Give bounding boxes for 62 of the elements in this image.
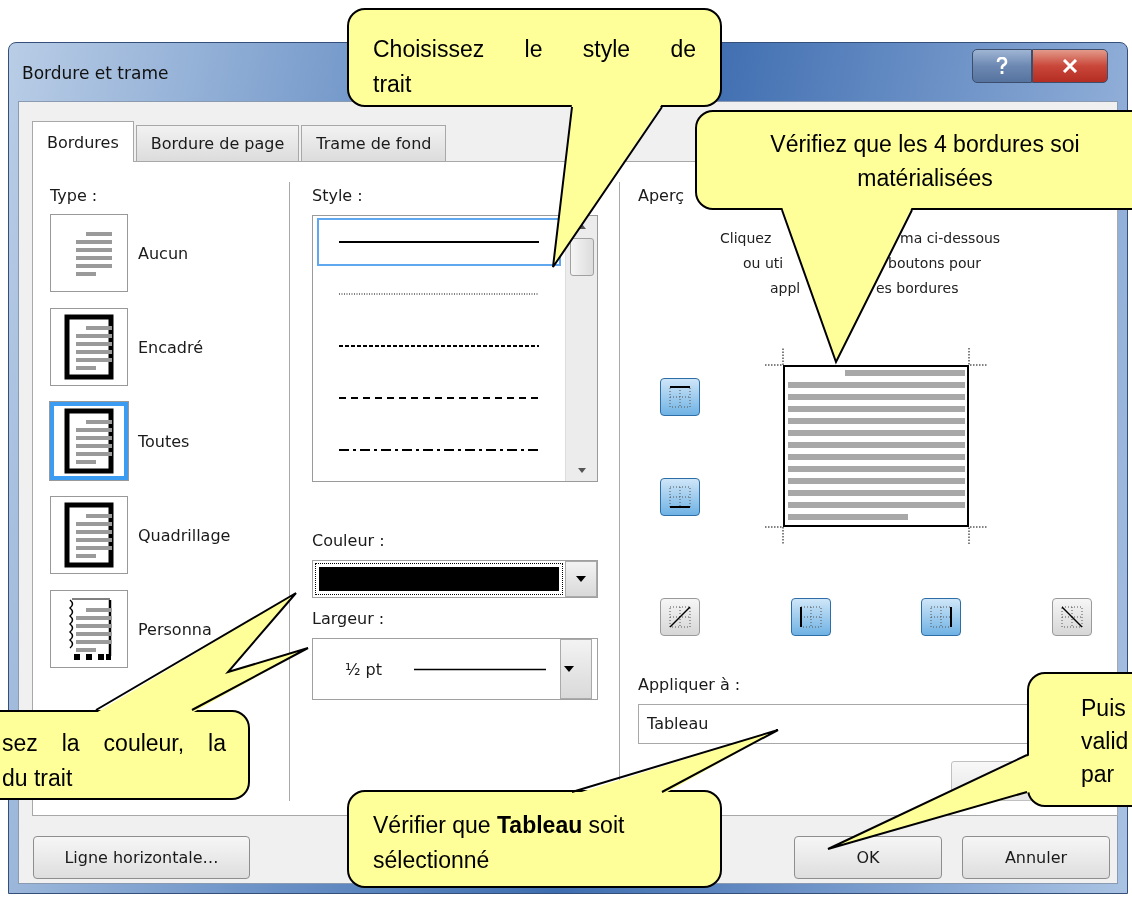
- tab[interactable]: Bordure de page: [135, 125, 300, 161]
- question-mark-icon: [995, 57, 1009, 75]
- tab[interactable]: Trame de fond: [301, 125, 447, 161]
- bottom-border-button[interactable]: [660, 478, 700, 516]
- left-border-button[interactable]: [790, 598, 831, 636]
- diagonal-down-border-button[interactable]: [1051, 598, 1092, 636]
- instruction-text: boutons pour: [888, 254, 982, 273]
- apply-to-label: Appliquer à :: [638, 675, 742, 695]
- instruction-text: Cliquez: [720, 230, 772, 246]
- border-type-button[interactable]: [50, 590, 128, 668]
- type-label: Type :: [50, 186, 99, 206]
- scrollbar[interactable]: [565, 216, 597, 481]
- line-style-option[interactable]: [317, 218, 561, 266]
- callout: sez la couleur, la du trait: [0, 710, 250, 800]
- line-sample-icon: [339, 396, 539, 400]
- top-border-button[interactable]: [660, 378, 700, 416]
- table-border-icon: [928, 604, 955, 630]
- color-label: Couleur :: [312, 531, 386, 551]
- close-icon: [1062, 59, 1078, 73]
- callout: Puis valid par: [1027, 672, 1132, 807]
- help-button[interactable]: [972, 49, 1032, 83]
- table-border-icon: [1058, 604, 1085, 630]
- diagonal-up-border-button[interactable]: [660, 598, 700, 636]
- page-border-icon: [64, 408, 114, 474]
- color-dropdown[interactable]: [312, 560, 598, 598]
- border-type-button[interactable]: [50, 402, 128, 480]
- table-border-icon: [667, 604, 693, 630]
- page-border-icon: [64, 502, 114, 568]
- border-type-label: Aucun: [138, 243, 189, 263]
- border-type-label: Toutes: [138, 431, 190, 451]
- width-dropdown[interactable]: ½ pt: [345, 659, 383, 679]
- dialog-button[interactable]: OK: [794, 836, 942, 879]
- table-border-icon: [667, 484, 693, 510]
- close-button[interactable]: [1032, 49, 1108, 83]
- scrollbar-thumb[interactable]: [569, 238, 594, 276]
- line-sample-icon: [339, 344, 539, 348]
- line-sample-icon: [414, 667, 547, 671]
- table-border-icon: [667, 384, 693, 410]
- scroll-down-icon[interactable]: [575, 467, 588, 475]
- border-type-button[interactable]: [50, 308, 128, 386]
- border-type-label: Quadrillage: [138, 525, 231, 545]
- instruction-text: ou uti: [743, 255, 784, 271]
- right-border-button[interactable]: [921, 598, 962, 636]
- width-label: Largeur :: [312, 609, 386, 629]
- instruction-text: ma ci-dessous: [900, 229, 1001, 248]
- horizontal-line-button[interactable]: Ligne horizontale…: [33, 836, 250, 879]
- line-sample-icon: [339, 240, 539, 244]
- tab[interactable]: Bordures: [32, 121, 134, 162]
- border-type-button[interactable]: [50, 496, 128, 574]
- border-type-label: Personna: [138, 619, 212, 639]
- instruction-text: es bordures: [876, 279, 959, 298]
- instruction-text: appl: [770, 280, 801, 296]
- table-border-icon: [797, 604, 824, 630]
- table-preview-drawing[interactable]: [765, 348, 987, 544]
- preview-label: Aperç: [638, 186, 685, 206]
- style-label: Style :: [312, 186, 364, 206]
- window-title: Bordure et trame: [22, 63, 169, 83]
- dialog-button[interactable]: Annuler: [962, 836, 1110, 879]
- border-type-label: Encadré: [138, 337, 204, 357]
- line-sample-icon: [339, 292, 539, 296]
- page-border-icon: [64, 314, 114, 380]
- line-sample-icon: [339, 448, 539, 452]
